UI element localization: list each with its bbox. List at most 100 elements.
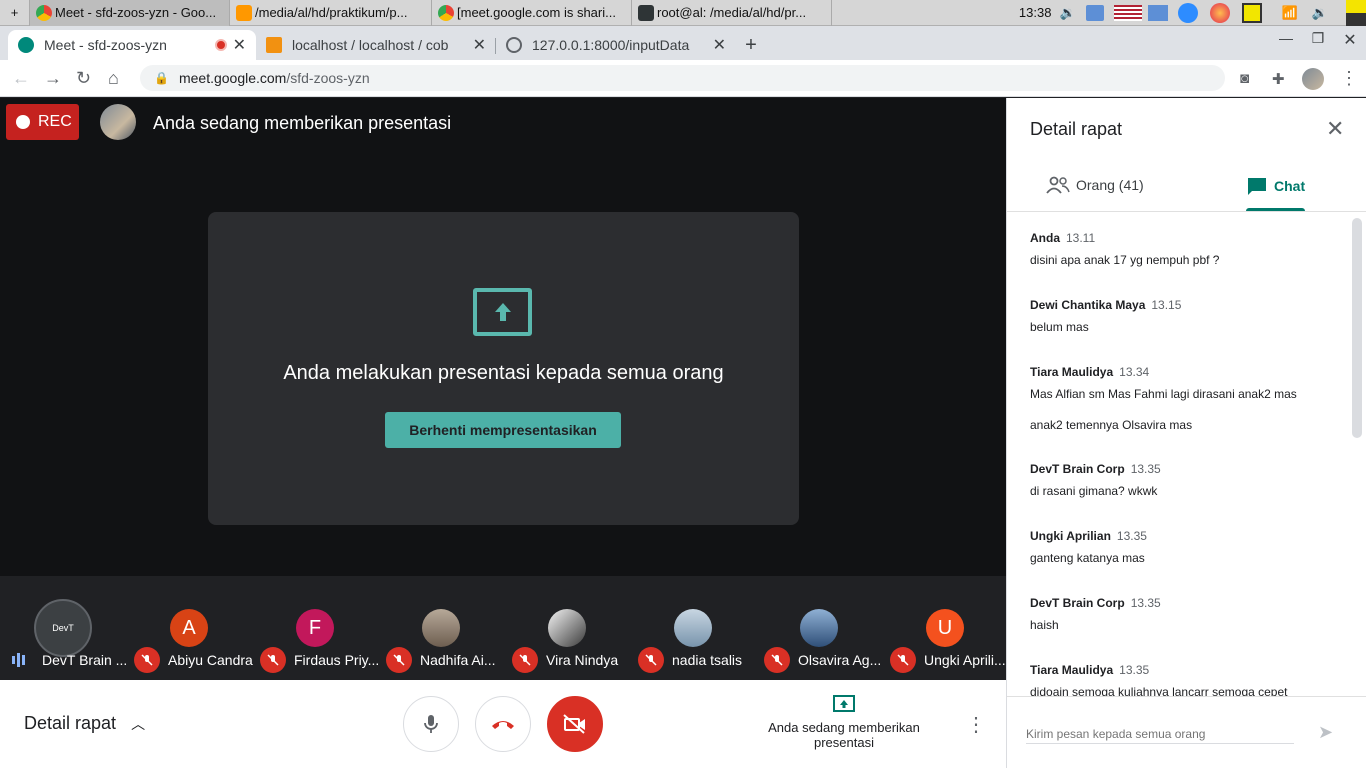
presenter-avatar (100, 104, 136, 140)
chat-message: DevT Brain Corp 13.35 di rasani gimana? w… (1030, 460, 1350, 498)
taskbar-add-button[interactable]: + (0, 0, 30, 26)
participant-avatar: DevT (34, 599, 92, 657)
meeting-details-toggle[interactable]: Detail rapat ︿ (24, 713, 145, 734)
participant-name: Vira Nindya (546, 652, 619, 668)
message-sender: DevT Brain Corp (1030, 462, 1125, 476)
meet-icon (18, 37, 34, 53)
taskbar-item-sublime[interactable]: /media/al/hd/praktikum/p... (230, 0, 432, 26)
message-time: 13.35 (1130, 596, 1161, 610)
participant-tile[interactable]: nadia tsalis (638, 607, 764, 677)
tab-chat[interactable]: Chat (1246, 176, 1305, 196)
mic-toggle-button[interactable] (403, 696, 459, 752)
os-taskbar: + Meet - sfd-zoos-yzn - Goo... /media/al… (0, 0, 1366, 26)
taskbar-item-chrome-meet[interactable]: Meet - sfd-zoos-yzn - Goo... (30, 0, 230, 26)
message-text: belum mas (1030, 320, 1089, 334)
more-options-icon[interactable]: ⋮ (966, 712, 986, 737)
notes-icon[interactable] (1241, 2, 1262, 23)
participant-tile[interactable]: U Ungki Aprili... (890, 607, 1006, 677)
message-time: 13.15 (1151, 298, 1182, 312)
stop-presenting-button[interactable]: Berhenti mempresentasikan (385, 412, 621, 448)
new-tab-icon[interactable]: + (736, 30, 766, 60)
message-text: haish (1030, 618, 1059, 632)
profile-avatar[interactable] (1302, 68, 1324, 90)
menu-kebab-icon[interactable]: ⋮ (1340, 68, 1358, 89)
home-icon[interactable]: ⌂ (108, 68, 119, 89)
chat-message: Ungki Aprilian 13.35 ganteng katanya mas (1030, 527, 1350, 565)
leave-call-button[interactable] (475, 696, 531, 752)
close-icon[interactable]: ✕ (1326, 116, 1344, 142)
tab-people[interactable]: Orang (41) (1046, 176, 1144, 194)
lock-icon: 🔒 (154, 71, 169, 85)
terminal-icon (638, 4, 654, 21)
participant-tile[interactable]: Nadhifa Ai... (386, 607, 512, 677)
presenting-label: Anda sedang memberikan presentasi (153, 113, 452, 133)
tab-inputdata[interactable]: 127.0.0.1:8000/inputData ✕ (496, 30, 736, 60)
message-sender: Tiara Maulidya (1030, 663, 1114, 677)
participant-tile[interactable]: DevT DevT Brain ... (8, 599, 134, 677)
close-tab-icon[interactable]: ✕ (233, 35, 246, 55)
taskbar-clock: 13:38 (1018, 5, 1052, 20)
zoom-icon[interactable] (1177, 2, 1198, 23)
people-icon (1046, 176, 1070, 194)
monitor-icon[interactable] (1147, 4, 1168, 21)
globe-icon (506, 37, 522, 53)
recording-indicator-icon (214, 39, 227, 51)
keyboard-layout-icon[interactable] (1113, 4, 1142, 21)
phpmyadmin-icon (266, 37, 282, 53)
message-sender: Anda (1030, 231, 1060, 245)
participant-avatar (800, 609, 838, 647)
network-signal-icon[interactable]: 📶 (1282, 5, 1298, 21)
tab-meet[interactable]: Meet - sfd-zoos-yzn ✕ (8, 30, 256, 60)
participant-avatar: U (926, 609, 964, 647)
close-tab-icon[interactable]: ✕ (473, 35, 486, 55)
reload-icon[interactable]: ↻ (76, 68, 91, 89)
camera-toggle-button[interactable] (547, 696, 603, 752)
participant-avatar: F (296, 609, 334, 647)
files-icon[interactable] (1085, 4, 1104, 21)
extensions-icon[interactable]: ✚ (1272, 70, 1285, 88)
participant-tile[interactable]: Olsavira Ag... (764, 607, 890, 677)
mic-off-icon (638, 647, 664, 673)
forward-icon[interactable]: → (44, 68, 62, 89)
volume-icon[interactable]: 🔉 (1059, 5, 1075, 21)
power-icon[interactable] (1346, 0, 1366, 26)
chat-scrollbar[interactable] (1352, 218, 1362, 438)
message-sender: Tiara Maulidya (1030, 365, 1114, 379)
present-now-button[interactable]: Anda sedang memberikan presentasi (760, 694, 928, 750)
back-icon[interactable]: ← (12, 68, 30, 89)
close-tab-icon[interactable]: ✕ (713, 35, 726, 55)
microphone-icon (424, 715, 438, 733)
chat-message: Dewi Chantika Maya 13.15 belum mas (1030, 296, 1350, 334)
hang-up-icon (492, 721, 514, 729)
send-icon[interactable]: ➤ (1318, 722, 1333, 743)
record-dot-icon (16, 115, 30, 129)
mic-off-icon (386, 647, 412, 673)
firefox-icon[interactable] (1209, 2, 1230, 23)
participant-avatar (548, 609, 586, 647)
tab-phpmyadmin[interactable]: localhost / localhost / cob ✕ (256, 30, 496, 60)
participant-tile[interactable]: A Abiyu Candra (134, 607, 260, 677)
chat-message: Anda 13.11 disini apa anak 17 yg nempuh p… (1030, 229, 1350, 267)
browser-tab-bar: Meet - sfd-zoos-yzn ✕ localhost / localh… (0, 26, 1366, 60)
participant-tile[interactable]: Vira Nindya (512, 607, 638, 677)
participant-name: Firdaus Priy... (294, 652, 380, 668)
camera-off-icon (563, 714, 585, 734)
message-text: di rasani gimana? wkwk (1030, 484, 1158, 498)
minimize-icon[interactable]: — (1270, 30, 1302, 60)
message-sender: Ungki Aprilian (1030, 529, 1111, 543)
message-text: disini apa anak 17 yg nempuh pbf ? (1030, 253, 1220, 267)
participant-name: DevT Brain ... (42, 652, 128, 668)
url-input[interactable]: 🔒 meet.google.com/sfd-zoos-yzn (140, 65, 1225, 91)
chat-message-input[interactable] (1026, 724, 1294, 744)
participant-tile[interactable]: F Firdaus Priy... (260, 607, 386, 677)
close-window-icon[interactable]: ✕ (1334, 30, 1366, 60)
volume-icon-2[interactable]: 🔉 (1312, 5, 1328, 21)
message-time: 13.35 (1116, 529, 1147, 543)
mic-off-icon (764, 647, 790, 673)
restore-icon[interactable]: ❐ (1302, 30, 1334, 60)
sublime-icon (236, 4, 252, 21)
taskbar-item-terminal[interactable]: root@al: /media/al/hd/pr... (632, 0, 832, 26)
taskbar-item-chrome-share[interactable]: [meet.google.com is shari... (432, 0, 632, 26)
screenshot-icon[interactable]: ◙ (1240, 70, 1249, 87)
participant-avatar: A (170, 609, 208, 647)
